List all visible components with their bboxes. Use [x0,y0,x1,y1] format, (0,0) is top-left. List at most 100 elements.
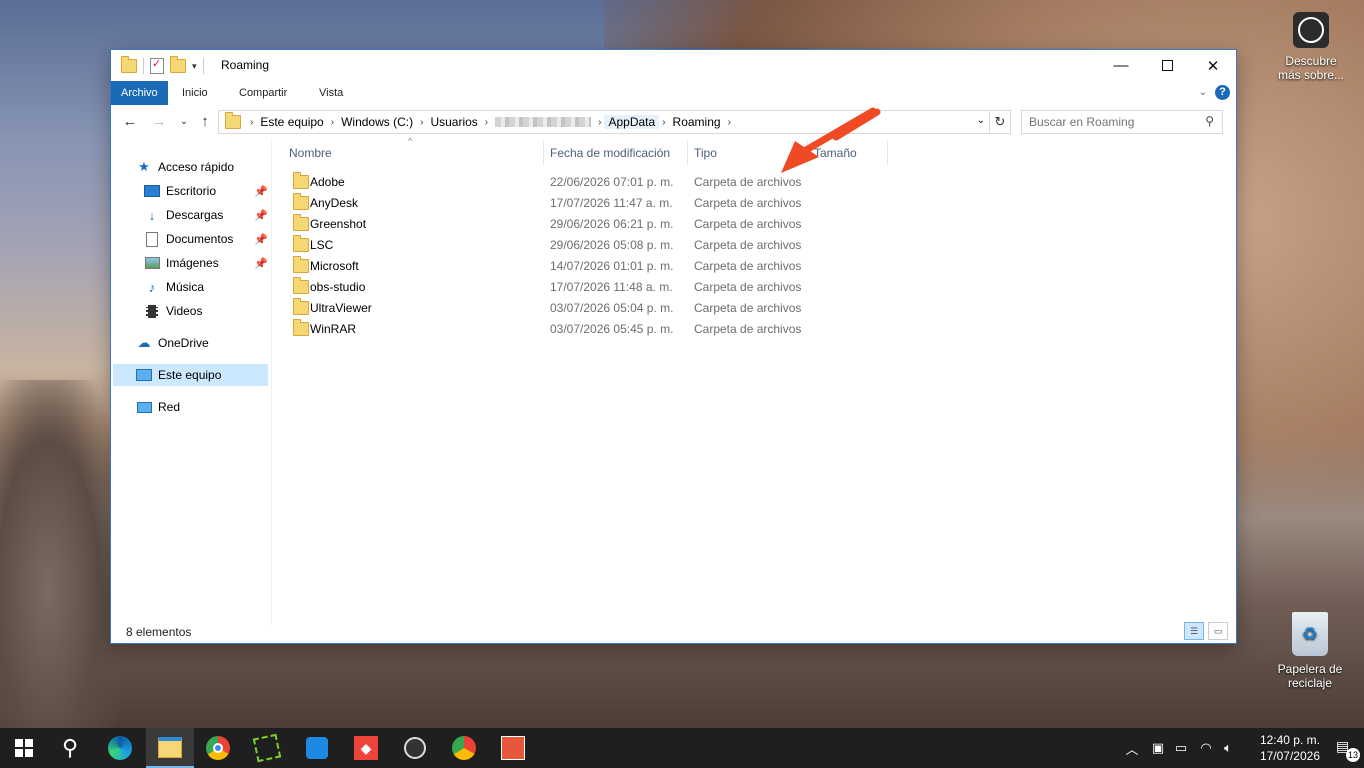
star-icon: ★ [138,159,150,174]
help-icon[interactable]: ? [1215,85,1230,100]
desktop-discover-shortcut[interactable]: Descubre más sobre... [1276,12,1346,82]
chrome-profile-icon[interactable] [440,728,488,768]
tab-archivo[interactable]: Archivo [111,81,168,105]
clock[interactable]: 12:40 p. m. 17/07/2026 [1260,732,1320,764]
sidebar-item-onedrive[interactable]: ☁ OneDrive [136,332,209,354]
crumb-username-redacted[interactable] [495,117,592,127]
minimize-button[interactable]: — [1098,50,1144,81]
folder-icon [293,277,309,294]
battery-icon[interactable]: ▭ [1170,728,1192,768]
back-arrow-icon[interactable]: ← [121,112,139,130]
crumb-este-equipo[interactable]: Este equipo [256,115,327,129]
up-arrow-icon[interactable]: ↑ [196,112,214,130]
desktop-icon [144,183,160,199]
forward-arrow-icon[interactable]: → [150,112,168,130]
start-button[interactable] [0,728,48,768]
pin-icon: 📌 [254,209,268,222]
sidebar-item-este-equipo[interactable]: Este equipo [113,364,268,386]
file-name: Microsoft [310,258,359,273]
crumb-appdata[interactable]: AppData [604,115,660,129]
recycle-bin-label: Papelera de reciclaje [1277,662,1343,690]
sidebar-item-red[interactable]: Red [136,396,180,418]
sidebar-item-descargas[interactable]: ↓ Descargas 📌 [144,204,274,226]
show-hidden-icons-chevron-icon[interactable]: ︿ [1122,728,1142,768]
refresh-icon[interactable]: ↻ [989,110,1011,134]
sidebar-item-label: Videos [166,304,203,318]
new-folder-icon[interactable] [170,56,186,73]
sidebar-item-videos[interactable]: Videos [144,300,202,322]
file-explorer-taskbar-icon[interactable] [146,728,194,768]
ultraviewer-icon[interactable] [293,728,341,768]
large-icons-view-icon[interactable]: ▭ [1208,622,1228,640]
sidebar-item-label: Red [158,400,181,414]
table-row[interactable]: LSC 29/06/2026 05:08 p. m. Carpeta de ar… [281,234,981,255]
table-row[interactable]: Greenshot 29/06/2026 06:21 p. m. Carpeta… [281,213,981,234]
table-row[interactable]: AnyDesk 17/07/2026 11:47 a. m. Carpeta d… [281,192,981,213]
sidebar-item-musica[interactable]: ♪ Música [144,276,204,298]
recycle-bin-icon: ♻ [1292,612,1328,656]
folder-icon [293,172,309,189]
column-header-type[interactable]: Tipo [694,138,717,168]
column-header-modified[interactable]: Fecha de modificación [550,138,670,168]
customize-qat-chevron-icon[interactable]: ▾ [192,61,197,72]
search-taskbar-icon[interactable]: ⚲ [46,728,94,768]
sidebar-item-imagenes[interactable]: Imágenes 📌 [144,252,274,274]
table-row[interactable]: WinRAR 03/07/2026 05:45 p. m. Carpeta de… [281,318,981,339]
sidebar-item-quick-access[interactable]: ★ Acceso rápido [136,156,234,178]
table-row[interactable]: UltraViewer 03/07/2026 05:04 p. m. Carpe… [281,297,981,318]
details-view-icon[interactable]: ☰ [1184,622,1204,640]
recent-locations-chevron-icon[interactable]: ⌄ [175,112,193,130]
meet-now-icon[interactable]: ▣ [1148,728,1168,768]
crumb-roaming[interactable]: Roaming [669,115,725,129]
table-row[interactable]: Microsoft 14/07/2026 01:01 p. m. Carpeta… [281,255,981,276]
navigation-pane: ★ Acceso rápido Escritorio 📌 ↓ Descargas… [111,138,272,625]
edge-icon[interactable] [96,728,144,768]
tab-compartir[interactable]: Compartir [229,81,297,105]
expand-ribbon-chevron-icon[interactable]: ⌄ [1199,87,1207,98]
tab-vista[interactable]: Vista [309,81,353,105]
address-folder-icon [225,112,241,129]
clock-date: 17/07/2026 [1259,749,1320,763]
sidebar-item-documentos[interactable]: Documentos 📌 [144,228,274,250]
winrar-cube-icon[interactable] [489,728,537,768]
folder-icon [293,256,309,273]
crumb-usuarios[interactable]: Usuarios [426,115,481,129]
maximize-button[interactable] [1144,50,1190,81]
volume-icon[interactable]: 🔈︎ [1218,728,1238,768]
file-type: Carpeta de archivos [694,195,802,210]
sidebar-item-escritorio[interactable]: Escritorio 📌 [144,180,274,202]
search-input[interactable] [1022,114,1201,130]
title-bar: ▾ Roaming — ✕ [111,50,1236,81]
obs-studio-icon[interactable] [391,728,439,768]
properties-icon[interactable] [150,57,164,74]
close-button[interactable]: ✕ [1190,50,1236,81]
greenshot-icon[interactable] [243,728,291,768]
anydesk-icon[interactable]: ◆ [342,728,390,768]
crumb-windows-c[interactable]: Windows (C:) [337,115,417,129]
notification-center-icon[interactable]: ▤ 13 [1336,738,1360,762]
discover-icon [1293,12,1329,48]
file-name: obs-studio [310,279,366,294]
tab-inicio[interactable]: Inicio [172,81,218,105]
file-modified: 29/06/2026 06:21 p. m. [550,216,674,231]
download-icon: ↓ [148,207,156,223]
search-box[interactable]: ⚲ [1021,110,1223,134]
address-dropdown-chevron-icon[interactable]: ⌄ [977,115,985,126]
file-type: Carpeta de archivos [694,216,802,231]
column-header-size[interactable]: Tamaño [814,138,857,168]
sidebar-item-label: Acceso rápido [158,160,235,174]
folder-icon [293,214,309,231]
table-row[interactable]: obs-studio 17/07/2026 11:48 a. m. Carpet… [281,276,981,297]
file-modified: 17/07/2026 11:48 a. m. [550,279,673,294]
notification-count: 13 [1346,748,1360,762]
file-name: AnyDesk [310,195,359,210]
table-row[interactable]: Adobe 22/06/2026 07:01 p. m. Carpeta de … [281,171,981,192]
desktop-recycle-bin[interactable]: ♻ Papelera de reciclaje [1270,612,1350,690]
file-modified: 29/06/2026 05:08 p. m. [550,237,674,252]
chrome-icon[interactable] [194,728,242,768]
address-bar[interactable]: › Este equipo › Windows (C:) › Usuarios … [218,110,990,134]
sidebar-item-label: OneDrive [158,336,209,350]
column-header-name[interactable]: Nombre [289,138,332,168]
wifi-icon[interactable]: ◠ [1196,728,1216,768]
folder-icon [293,193,309,210]
